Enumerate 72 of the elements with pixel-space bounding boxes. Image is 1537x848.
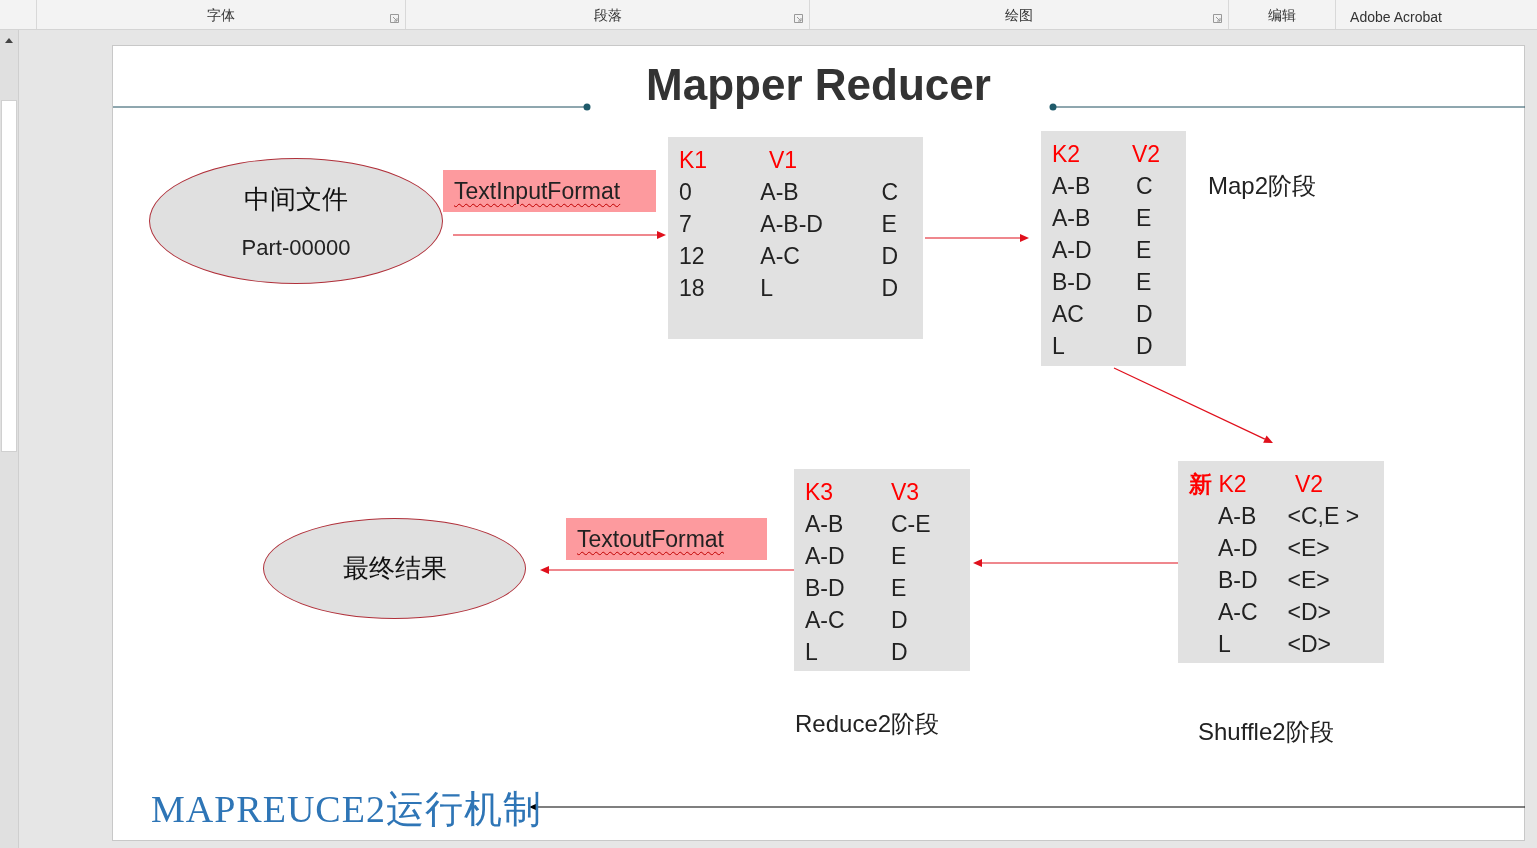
node-subtitle: Part-00000 <box>241 234 351 261</box>
column-header: K3 <box>805 478 835 506</box>
column-header: V2 <box>1132 140 1162 168</box>
table-cell-text: A-B-D <box>760 210 824 238</box>
column-header: K1 <box>679 146 709 174</box>
format-label: TextInputFormat <box>443 170 656 212</box>
table-cell-text: E <box>1136 204 1153 232</box>
stage-caption: Shuffle2阶段 <box>1198 717 1334 747</box>
table-cell-text: <D> <box>1287 630 1332 658</box>
footer-title: MAPREUCE2运行机制 <box>151 787 542 832</box>
node-title: 中间文件 <box>244 182 348 216</box>
table-cell-text: 0 <box>679 178 693 206</box>
dialog-launcher-icon[interactable] <box>794 14 803 23</box>
table-cell-text: B-D <box>805 574 846 602</box>
ribbon-group-label: 绘图 <box>1005 7 1033 25</box>
column-header: K2 <box>1052 140 1082 168</box>
table-cell-text: L <box>1218 630 1232 658</box>
table-cell-text: L <box>805 638 819 666</box>
table-cell-text: A-B <box>760 178 800 206</box>
table-cell-text: 12 <box>679 242 706 270</box>
slide-title: Mapper Reducer <box>646 60 991 109</box>
ribbon-group-label: 字体 <box>207 7 235 25</box>
table-cell-text: A-C <box>760 242 801 270</box>
table-cell-text: A-D <box>1052 236 1093 264</box>
table-cell-text: A-D <box>805 542 846 570</box>
table-cell-text: E <box>891 574 908 602</box>
node-title: 最终结果 <box>342 552 447 585</box>
table-cell-text: E <box>891 542 908 570</box>
table-cell-text: D <box>891 606 909 634</box>
table-cell-text: B-D <box>1052 268 1093 296</box>
table-cell-text: A-D <box>1218 534 1259 562</box>
table-cell-text: A-B <box>1052 172 1092 200</box>
table-cell-text: D <box>881 242 899 270</box>
table-cell-text: E <box>1136 236 1153 264</box>
table-cell-text: C <box>881 178 899 206</box>
dialog-launcher-icon[interactable] <box>1213 14 1222 23</box>
column-header: V1 <box>769 146 799 174</box>
stage-caption: Reduce2阶段 <box>795 709 940 739</box>
table-cell-text: D <box>891 638 909 666</box>
column-header: V3 <box>891 478 921 506</box>
table-cell-text: E <box>1136 268 1153 296</box>
table-cell-text: 18 <box>679 274 706 302</box>
table-cell-text: L <box>1052 332 1066 360</box>
table-cell-text: A-B <box>1218 502 1258 530</box>
table-cell-text: <E> <box>1287 566 1331 594</box>
ribbon-group-label: 编辑 <box>1268 7 1296 25</box>
table-cell-text: A-B <box>1052 204 1092 232</box>
table-cell-text: L <box>760 274 775 302</box>
stage-caption: Map2阶段 <box>1208 171 1317 201</box>
table-cell-text: A-C <box>805 606 846 634</box>
table-cell-text: C-E <box>891 510 932 538</box>
column-header: 新 K2 <box>1189 469 1248 499</box>
ribbon-group-label: Adobe Acrobat <box>1350 9 1442 25</box>
table-cell-text: C <box>1136 172 1154 200</box>
format-label: TextoutFormat <box>566 518 767 560</box>
table-cell-text: B-D <box>1218 566 1259 594</box>
table-cell-text: <C,E > <box>1287 502 1361 530</box>
table-cell-text: A-B <box>805 510 845 538</box>
table-cell-text: <D> <box>1287 598 1332 626</box>
ribbon-group-label: 段落 <box>593 7 622 25</box>
scrollbar-thumb[interactable] <box>1 100 17 452</box>
table-cell-text: 7 <box>679 210 693 238</box>
table-cell-text: E <box>881 210 898 238</box>
table-cell-text: <E> <box>1287 534 1331 562</box>
table-cell-text: A-C <box>1218 598 1259 626</box>
column-header: V2 <box>1295 470 1325 498</box>
table-cell-text: D <box>881 274 899 302</box>
table-cell-text: D <box>1136 332 1154 360</box>
dialog-launcher-icon[interactable] <box>390 14 399 23</box>
up-arrow-icon <box>5 38 13 43</box>
table-cell-text: AC <box>1052 300 1085 328</box>
table-cell-text: D <box>1136 300 1154 328</box>
